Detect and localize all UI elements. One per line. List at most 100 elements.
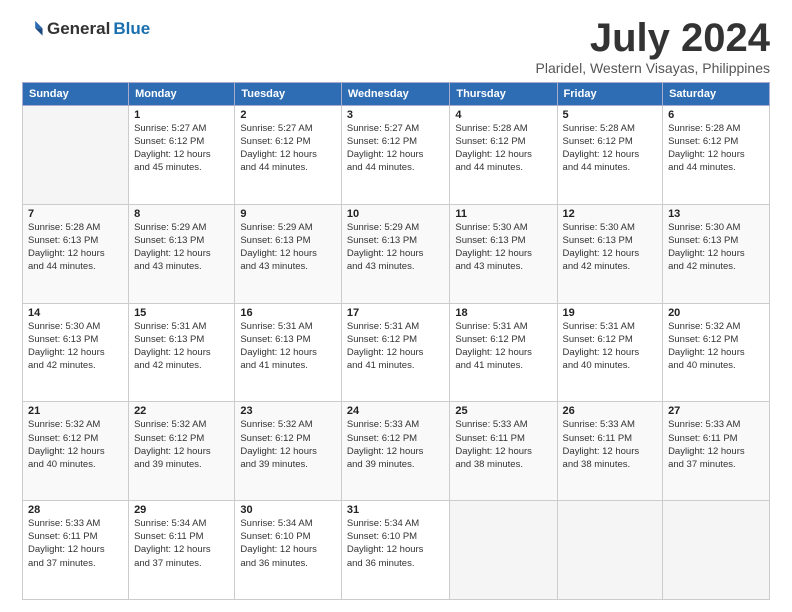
table-row: 25Sunrise: 5:33 AM Sunset: 6:11 PM Dayli… xyxy=(450,402,557,501)
day-info: Sunrise: 5:33 AM Sunset: 6:11 PM Dayligh… xyxy=(563,418,658,470)
table-row: 4Sunrise: 5:28 AM Sunset: 6:12 PM Daylig… xyxy=(450,106,557,205)
table-row: 3Sunrise: 5:27 AM Sunset: 6:12 PM Daylig… xyxy=(341,106,450,205)
day-number: 30 xyxy=(240,504,336,516)
day-info: Sunrise: 5:29 AM Sunset: 6:13 PM Dayligh… xyxy=(240,221,336,273)
table-row: 29Sunrise: 5:34 AM Sunset: 6:11 PM Dayli… xyxy=(129,501,235,600)
day-info: Sunrise: 5:31 AM Sunset: 6:12 PM Dayligh… xyxy=(347,320,445,372)
day-info: Sunrise: 5:34 AM Sunset: 6:10 PM Dayligh… xyxy=(240,517,336,569)
th-monday: Monday xyxy=(129,83,235,106)
table-row: 30Sunrise: 5:34 AM Sunset: 6:10 PM Dayli… xyxy=(235,501,342,600)
table-row xyxy=(450,501,557,600)
day-number: 12 xyxy=(563,208,658,220)
day-info: Sunrise: 5:31 AM Sunset: 6:13 PM Dayligh… xyxy=(240,320,336,372)
day-number: 4 xyxy=(455,109,551,121)
day-number: 19 xyxy=(563,307,658,319)
day-number: 15 xyxy=(134,307,229,319)
table-row: 28Sunrise: 5:33 AM Sunset: 6:11 PM Dayli… xyxy=(23,501,129,600)
day-info: Sunrise: 5:33 AM Sunset: 6:11 PM Dayligh… xyxy=(455,418,551,470)
table-row: 31Sunrise: 5:34 AM Sunset: 6:10 PM Dayli… xyxy=(341,501,450,600)
day-number: 23 xyxy=(240,405,336,417)
day-info: Sunrise: 5:27 AM Sunset: 6:12 PM Dayligh… xyxy=(134,122,229,174)
day-number: 29 xyxy=(134,504,229,516)
logo-general: General xyxy=(47,19,110,39)
table-row: 15Sunrise: 5:31 AM Sunset: 6:13 PM Dayli… xyxy=(129,303,235,402)
table-row: 12Sunrise: 5:30 AM Sunset: 6:13 PM Dayli… xyxy=(557,204,663,303)
header: General Blue July 2024 Plaridel, Western… xyxy=(22,18,770,76)
calendar-week-row: 7Sunrise: 5:28 AM Sunset: 6:13 PM Daylig… xyxy=(23,204,770,303)
day-number: 17 xyxy=(347,307,445,319)
day-number: 26 xyxy=(563,405,658,417)
day-info: Sunrise: 5:31 AM Sunset: 6:12 PM Dayligh… xyxy=(563,320,658,372)
day-number: 7 xyxy=(28,208,123,220)
calendar-week-row: 1Sunrise: 5:27 AM Sunset: 6:12 PM Daylig… xyxy=(23,106,770,205)
calendar-header-row: Sunday Monday Tuesday Wednesday Thursday… xyxy=(23,83,770,106)
th-sunday: Sunday xyxy=(23,83,129,106)
day-number: 13 xyxy=(668,208,764,220)
day-number: 5 xyxy=(563,109,658,121)
day-number: 2 xyxy=(240,109,336,121)
table-row: 2Sunrise: 5:27 AM Sunset: 6:12 PM Daylig… xyxy=(235,106,342,205)
table-row: 6Sunrise: 5:28 AM Sunset: 6:12 PM Daylig… xyxy=(663,106,770,205)
table-row: 1Sunrise: 5:27 AM Sunset: 6:12 PM Daylig… xyxy=(129,106,235,205)
day-number: 27 xyxy=(668,405,764,417)
day-info: Sunrise: 5:32 AM Sunset: 6:12 PM Dayligh… xyxy=(668,320,764,372)
table-row xyxy=(557,501,663,600)
page: General Blue July 2024 Plaridel, Western… xyxy=(0,0,792,612)
logo: General Blue xyxy=(22,18,150,40)
day-info: Sunrise: 5:33 AM Sunset: 6:11 PM Dayligh… xyxy=(668,418,764,470)
table-row: 17Sunrise: 5:31 AM Sunset: 6:12 PM Dayli… xyxy=(341,303,450,402)
logo-text: General Blue xyxy=(22,18,150,40)
day-info: Sunrise: 5:32 AM Sunset: 6:12 PM Dayligh… xyxy=(134,418,229,470)
day-info: Sunrise: 5:28 AM Sunset: 6:12 PM Dayligh… xyxy=(455,122,551,174)
table-row: 21Sunrise: 5:32 AM Sunset: 6:12 PM Dayli… xyxy=(23,402,129,501)
calendar-week-row: 14Sunrise: 5:30 AM Sunset: 6:13 PM Dayli… xyxy=(23,303,770,402)
day-number: 31 xyxy=(347,504,445,516)
logo-blue: Blue xyxy=(113,19,150,39)
day-number: 8 xyxy=(134,208,229,220)
th-saturday: Saturday xyxy=(663,83,770,106)
table-row: 7Sunrise: 5:28 AM Sunset: 6:13 PM Daylig… xyxy=(23,204,129,303)
day-number: 1 xyxy=(134,109,229,121)
day-info: Sunrise: 5:33 AM Sunset: 6:11 PM Dayligh… xyxy=(28,517,123,569)
day-info: Sunrise: 5:30 AM Sunset: 6:13 PM Dayligh… xyxy=(563,221,658,273)
day-number: 20 xyxy=(668,307,764,319)
table-row: 19Sunrise: 5:31 AM Sunset: 6:12 PM Dayli… xyxy=(557,303,663,402)
table-row: 22Sunrise: 5:32 AM Sunset: 6:12 PM Dayli… xyxy=(129,402,235,501)
day-number: 9 xyxy=(240,208,336,220)
day-info: Sunrise: 5:32 AM Sunset: 6:12 PM Dayligh… xyxy=(240,418,336,470)
day-info: Sunrise: 5:30 AM Sunset: 6:13 PM Dayligh… xyxy=(455,221,551,273)
day-info: Sunrise: 5:34 AM Sunset: 6:11 PM Dayligh… xyxy=(134,517,229,569)
day-number: 11 xyxy=(455,208,551,220)
table-row: 9Sunrise: 5:29 AM Sunset: 6:13 PM Daylig… xyxy=(235,204,342,303)
th-friday: Friday xyxy=(557,83,663,106)
table-row: 27Sunrise: 5:33 AM Sunset: 6:11 PM Dayli… xyxy=(663,402,770,501)
th-wednesday: Wednesday xyxy=(341,83,450,106)
day-info: Sunrise: 5:30 AM Sunset: 6:13 PM Dayligh… xyxy=(668,221,764,273)
day-number: 10 xyxy=(347,208,445,220)
day-number: 16 xyxy=(240,307,336,319)
day-number: 18 xyxy=(455,307,551,319)
day-info: Sunrise: 5:33 AM Sunset: 6:12 PM Dayligh… xyxy=(347,418,445,470)
day-number: 22 xyxy=(134,405,229,417)
day-number: 28 xyxy=(28,504,123,516)
day-info: Sunrise: 5:29 AM Sunset: 6:13 PM Dayligh… xyxy=(347,221,445,273)
table-row: 24Sunrise: 5:33 AM Sunset: 6:12 PM Dayli… xyxy=(341,402,450,501)
day-info: Sunrise: 5:32 AM Sunset: 6:12 PM Dayligh… xyxy=(28,418,123,470)
calendar-table: Sunday Monday Tuesday Wednesday Thursday… xyxy=(22,82,770,600)
calendar-week-row: 21Sunrise: 5:32 AM Sunset: 6:12 PM Dayli… xyxy=(23,402,770,501)
day-info: Sunrise: 5:27 AM Sunset: 6:12 PM Dayligh… xyxy=(347,122,445,174)
logo-icon xyxy=(22,18,44,40)
th-thursday: Thursday xyxy=(450,83,557,106)
day-info: Sunrise: 5:30 AM Sunset: 6:13 PM Dayligh… xyxy=(28,320,123,372)
th-tuesday: Tuesday xyxy=(235,83,342,106)
day-number: 21 xyxy=(28,405,123,417)
day-info: Sunrise: 5:27 AM Sunset: 6:12 PM Dayligh… xyxy=(240,122,336,174)
day-info: Sunrise: 5:28 AM Sunset: 6:12 PM Dayligh… xyxy=(668,122,764,174)
day-info: Sunrise: 5:34 AM Sunset: 6:10 PM Dayligh… xyxy=(347,517,445,569)
table-row: 11Sunrise: 5:30 AM Sunset: 6:13 PM Dayli… xyxy=(450,204,557,303)
day-number: 14 xyxy=(28,307,123,319)
table-row: 14Sunrise: 5:30 AM Sunset: 6:13 PM Dayli… xyxy=(23,303,129,402)
day-info: Sunrise: 5:29 AM Sunset: 6:13 PM Dayligh… xyxy=(134,221,229,273)
table-row: 23Sunrise: 5:32 AM Sunset: 6:12 PM Dayli… xyxy=(235,402,342,501)
day-info: Sunrise: 5:31 AM Sunset: 6:12 PM Dayligh… xyxy=(455,320,551,372)
